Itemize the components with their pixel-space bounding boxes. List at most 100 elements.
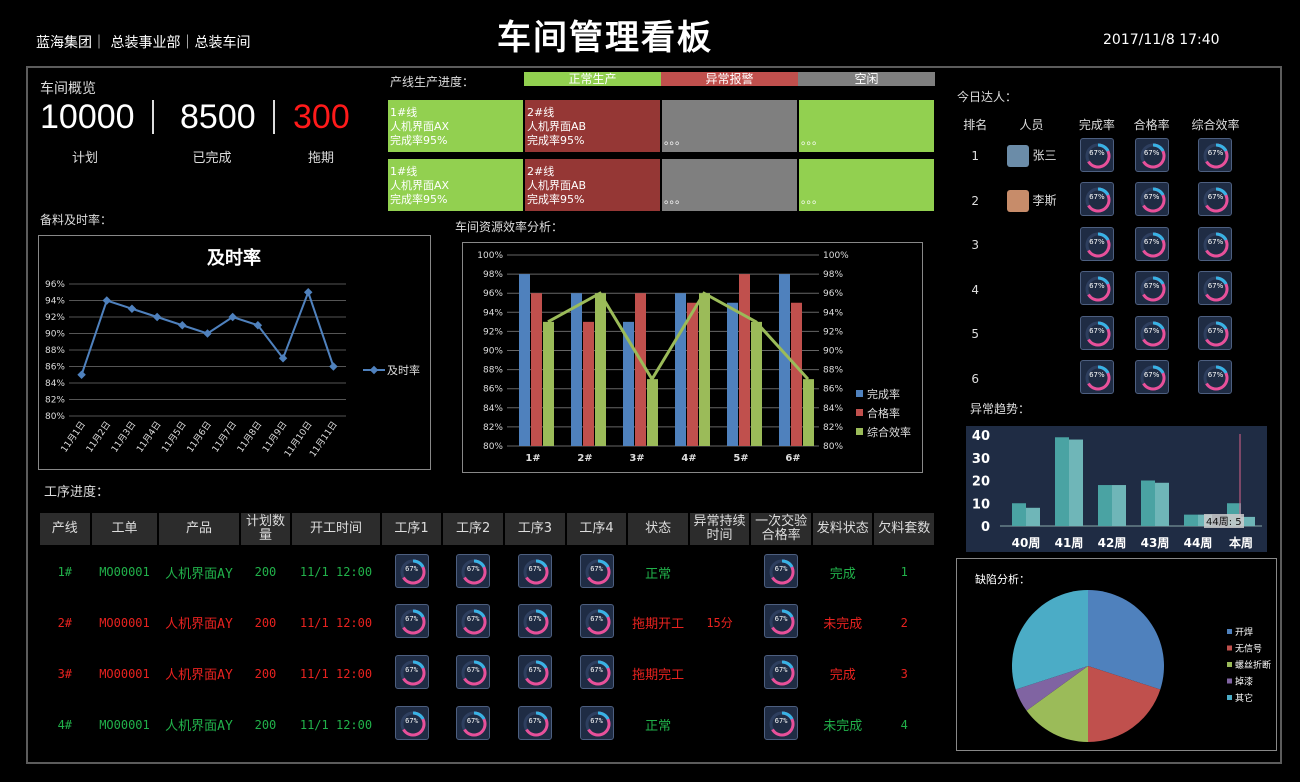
- line-cell-product: 人机界面AX: [390, 120, 450, 133]
- column-header: 产品: [157, 511, 241, 547]
- rank: 5: [971, 327, 980, 342]
- gauge-label: 67%: [1143, 371, 1160, 380]
- expert-table: 排名 人员 完成率 合格率 综合效率 1 张三 67% 67% 67% 2 李斯 67% 67% 67% 3…: [957, 114, 1252, 401]
- bar: [1155, 482, 1169, 526]
- y-tick-label: 40: [972, 429, 990, 444]
- gauge-label: 67%: [528, 615, 542, 623]
- legend-alarm: 异常报警: [661, 72, 798, 86]
- expert-gauge: 67%: [1079, 226, 1114, 261]
- avatar: [1006, 189, 1029, 212]
- y-tick-label: 84%: [483, 404, 503, 414]
- expert-gauge: 67%: [1198, 315, 1233, 350]
- bar: [1141, 480, 1155, 526]
- cell-qty: 200: [254, 717, 277, 732]
- x-tick-label: 11月4日: [134, 419, 163, 454]
- expert-gauge: 67%: [1198, 182, 1233, 217]
- gauge-label: 67%: [1207, 148, 1224, 157]
- column-header: 欠料套数: [872, 511, 936, 547]
- y2-tick-label: 98%: [823, 270, 843, 280]
- expert-gauge: 67%: [1079, 271, 1114, 306]
- x-tick-label: 11月2日: [84, 419, 113, 454]
- bar: [519, 274, 530, 446]
- cell-qty: 200: [254, 666, 277, 681]
- gauge-cell: 67%: [1124, 223, 1179, 268]
- gauge-cell: 67%: [1070, 312, 1125, 357]
- line-cell-rate: 完成率95%: [527, 134, 585, 147]
- y-tick-label: 88%: [45, 346, 65, 356]
- gauge-label: 67%: [405, 717, 418, 725]
- x-tick-label: 11月8日: [235, 419, 264, 454]
- legend-swatch: [1227, 629, 1232, 634]
- person-cell: [994, 223, 1070, 268]
- line-cell-line: 2#线: [527, 106, 555, 119]
- table-row[interactable]: 3# MO00001 人机界面AY 200 11/1 12:00 67% 67% 67% 67%…: [39, 648, 935, 699]
- line-cell: 2#线 人机界面AB 完成率95%: [525, 159, 660, 211]
- line-cell-product: 。。。: [801, 134, 823, 147]
- gauge-cell: 67%: [504, 546, 566, 597]
- expert-title: 今日达人：: [957, 90, 1018, 104]
- person-cell: 李斯: [994, 179, 1070, 224]
- x-tick-label: 2#: [577, 453, 592, 464]
- y-tick-label: 92%: [45, 313, 65, 323]
- legend-swatch: [1227, 662, 1232, 667]
- y-tick-label: 0: [981, 520, 990, 535]
- x-tick-label: 11月7日: [210, 419, 239, 454]
- gauge-label: 67%: [466, 717, 480, 725]
- gauge-cell: 67%: [381, 648, 443, 699]
- y-tick-label: 96%: [45, 280, 65, 290]
- legend-normal: 正常生产: [524, 72, 661, 86]
- bar: [803, 379, 814, 446]
- datetime: 2017/11/8 17:40: [1103, 32, 1220, 48]
- gauge-label: 67%: [590, 564, 603, 573]
- gauge-cell: 67%: [442, 699, 504, 750]
- y-tick-label: 20: [972, 475, 990, 490]
- y2-tick-label: 90%: [823, 347, 843, 357]
- gauge-label: 67%: [528, 717, 542, 725]
- resource-chart: 80% 80% 82% 82% 84% 84% 86% 86% 88% 88% 90% 90% 92% 9…: [477, 251, 911, 464]
- table-row[interactable]: 4# MO00001 人机界面AY 200 11/1 12:00 67% 67% 67% 67%…: [39, 699, 935, 750]
- gauge-cell: 67%: [1124, 312, 1179, 357]
- data-point: [127, 304, 137, 313]
- line-cell-rate: 完成率95%: [390, 193, 448, 206]
- gauge-cell: 67%: [504, 597, 566, 648]
- column-header: 产线: [38, 511, 92, 547]
- line-cell-product: 。。。: [664, 134, 686, 147]
- gauge-label: 67%: [1207, 237, 1224, 246]
- bar: [1184, 514, 1198, 526]
- legend-swatch: [856, 428, 863, 435]
- progress-gauge: 67%: [394, 553, 429, 588]
- cell-start: 11/1 12:00: [299, 666, 373, 681]
- cell-product: 人机界面AY: [165, 566, 233, 582]
- x-tick-label: 11月1日: [59, 419, 88, 454]
- legend-label: 无信号: [1235, 643, 1262, 655]
- progress-gauge: 67%: [764, 604, 799, 638]
- cell-line: 1#: [57, 565, 73, 579]
- person-cell: 张三: [994, 134, 1070, 179]
- person-cell: [994, 357, 1070, 402]
- line-cell-line: 1#线: [390, 106, 418, 119]
- column-header: 工序2: [441, 511, 506, 547]
- gauge-label: 67%: [774, 564, 788, 573]
- rank: 4: [971, 282, 980, 297]
- table-row[interactable]: 1# MO00001 人机界面AY 200 11/1 12:00 67% 67% 67% 67%…: [39, 546, 935, 597]
- gauge-label: 67%: [590, 717, 603, 725]
- plan-value: 10000: [40, 98, 135, 136]
- y-tick-label: 92%: [483, 327, 503, 337]
- gauge-label: 67%: [1089, 282, 1105, 291]
- expert-header: 人员: [1019, 117, 1044, 132]
- tooltip-text: 44周: 5: [1206, 516, 1242, 528]
- data-point: [77, 370, 86, 379]
- table-row[interactable]: 2# MO00001 人机界面AY 200 11/1 12:00 67% 67% 67% 67%…: [39, 597, 935, 648]
- progress-gauge: 67%: [579, 655, 614, 689]
- gauge-cell: 67%: [1124, 134, 1179, 179]
- abnormal-chart-panel: 0 10 20 30 40 40周 41周 42周 43周 44周 本周 44周: 5: [966, 426, 1267, 552]
- line-cell-line: [801, 120, 932, 134]
- x-tick-label: 4#: [681, 453, 696, 464]
- bar: [791, 302, 802, 446]
- bar: [531, 293, 542, 446]
- gauge-label: 67%: [590, 615, 603, 623]
- gauge-cell: 67%: [566, 597, 628, 648]
- bar: [1098, 485, 1112, 526]
- y-tick-label: 80%: [45, 412, 65, 422]
- gauge-label: 67%: [466, 564, 480, 573]
